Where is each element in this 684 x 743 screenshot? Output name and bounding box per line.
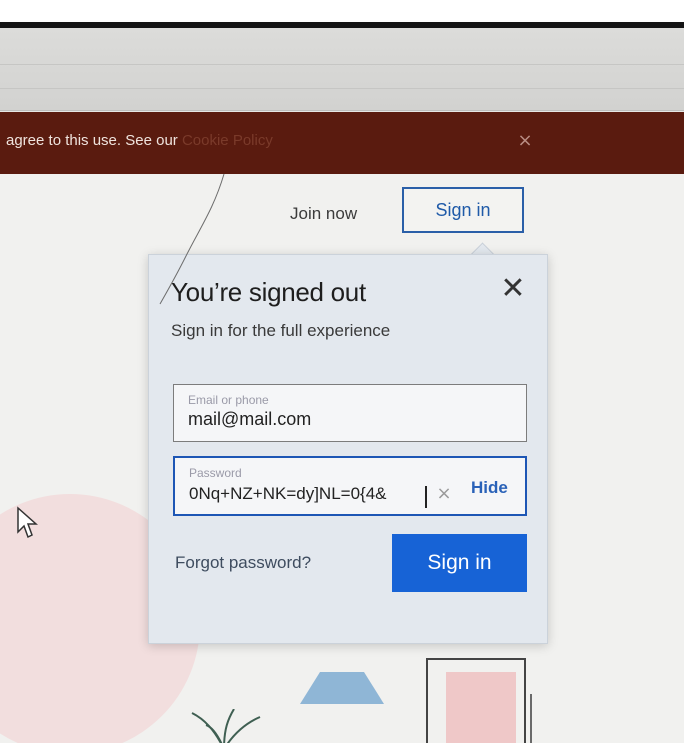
join-now-link[interactable]: Join now [290,204,357,224]
chrome-divider [0,64,684,65]
cookie-policy-link[interactable]: Cookie Policy [182,132,273,149]
close-icon[interactable]: × [514,130,536,152]
forgot-password-link[interactable]: Forgot password? [175,553,311,573]
email-input[interactable]: mail@mail.com [188,409,438,430]
header-sign-in-button[interactable]: Sign in [402,187,524,233]
password-field[interactable]: Password 0Nq+NZ+NK=dy]NL=0{4& × Hide [173,456,527,516]
plant-illustration [191,709,261,743]
cookie-banner: agree to this use. See our Cookie Policy… [0,112,684,174]
photo-top-margin [0,0,684,22]
frame-side-line [530,694,532,743]
screen: agree to this use. See our Cookie Policy… [0,28,684,743]
page-content: Join now Sign in You’re signed out ✕ Sig… [0,174,684,743]
password-field-label: Password [189,466,242,480]
email-field[interactable]: Email or phone mail@mail.com [173,384,527,442]
chrome-divider [0,88,684,89]
sign-in-button[interactable]: Sign in [392,534,527,592]
lamp-illustration [300,672,384,704]
picture-frame-fill [446,672,516,743]
cookie-banner-message: agree to this use. See our [6,132,178,149]
clear-icon[interactable]: × [435,482,453,506]
password-input[interactable]: 0Nq+NZ+NK=dy]NL=0{4& [189,484,439,504]
browser-chrome [0,28,684,111]
cookie-banner-text: agree to this use. See our Cookie Policy [6,132,273,149]
sign-in-flyout: You’re signed out ✕ Sign in for the full… [148,254,548,644]
close-icon[interactable]: ✕ [498,274,528,305]
email-field-label: Email or phone [188,393,269,407]
flyout-title: You’re signed out [171,277,366,307]
text-caret [425,486,427,508]
hide-password-button[interactable]: Hide [471,478,508,498]
mouse-pointer-icon [17,506,38,539]
flyout-subtitle: Sign in for the full experience [171,321,391,340]
